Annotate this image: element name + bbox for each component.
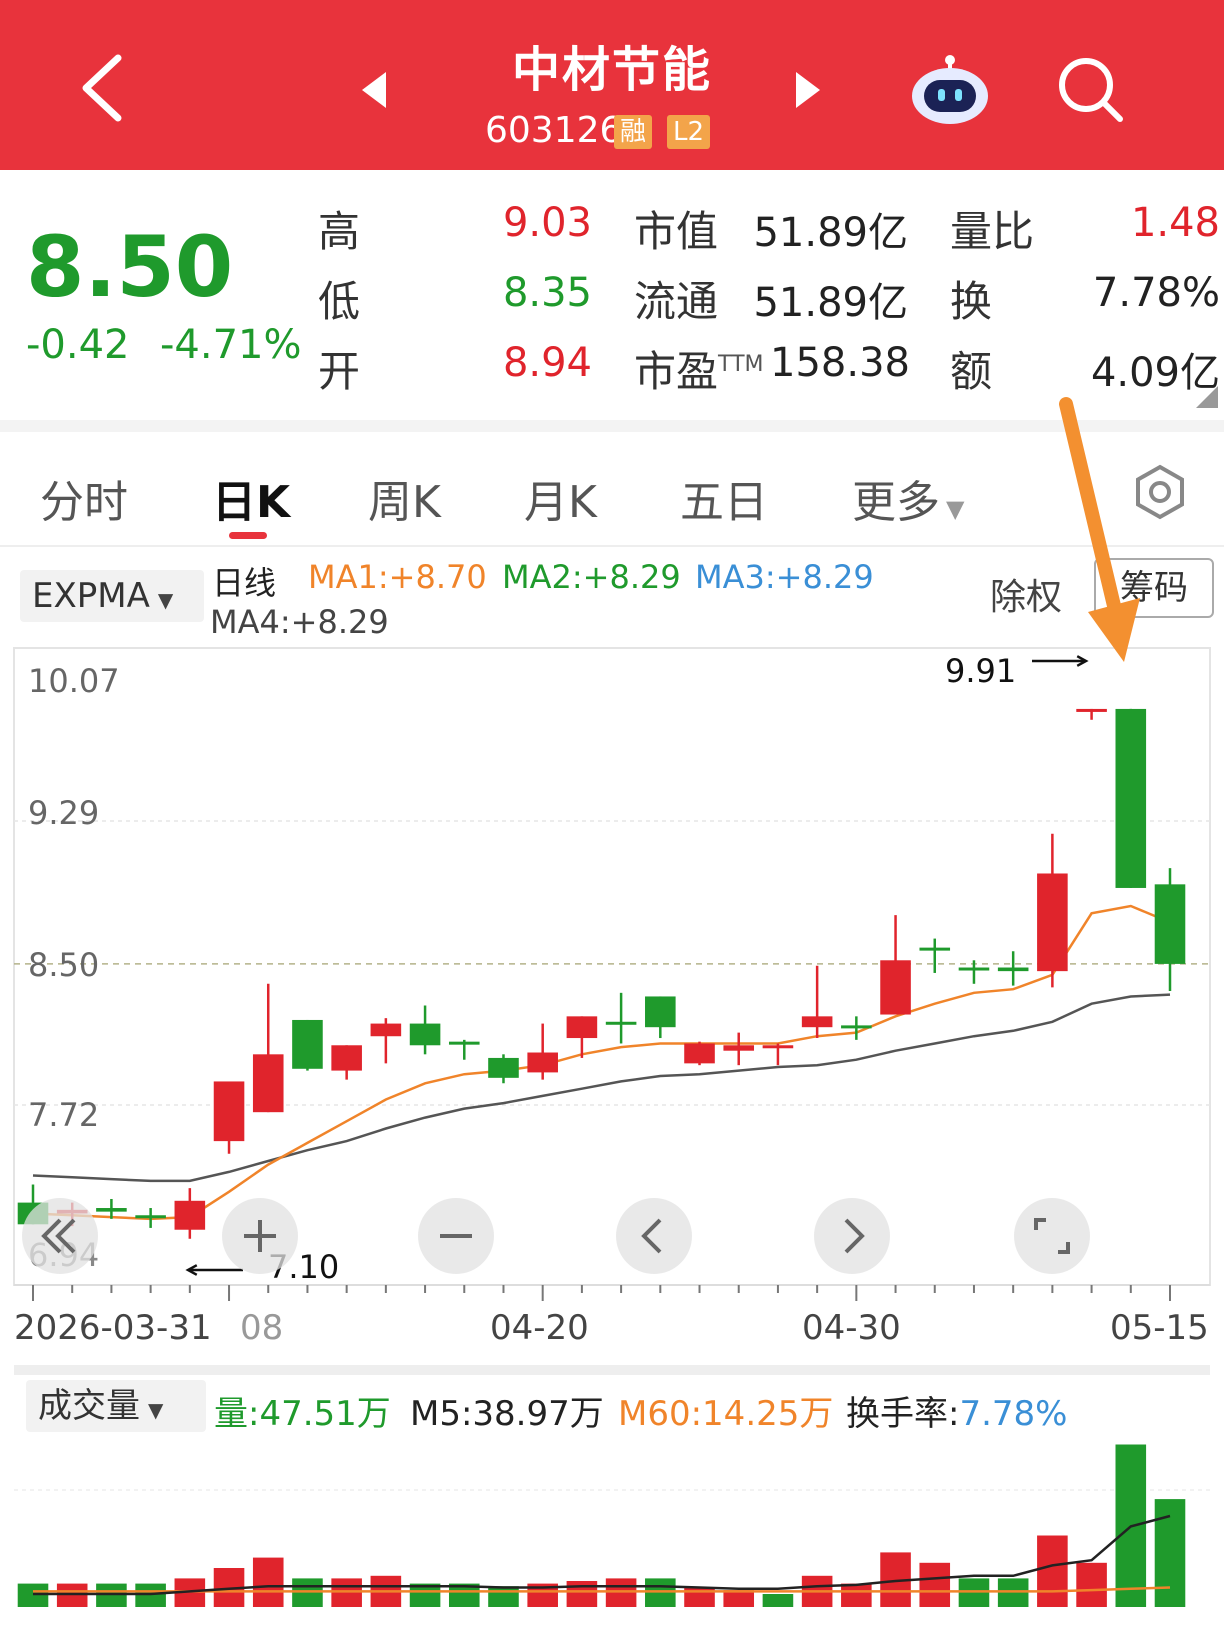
- volume-m60: M60:14.25万: [618, 1394, 834, 1434]
- candle-body: [1037, 873, 1068, 972]
- y-tick-label: 9.29: [28, 794, 100, 832]
- volume-bar: [252, 1557, 284, 1607]
- candle-body: [1154, 884, 1186, 964]
- candle-body: [292, 1019, 323, 1069]
- volume-bar: [841, 1583, 872, 1607]
- volume-selector[interactable]: 成交量 ▼: [26, 1380, 206, 1432]
- candle-body: [566, 1016, 598, 1039]
- chevron-right-icon: [844, 1218, 865, 1254]
- y-tick-label: 8.50: [28, 946, 100, 984]
- orange-highlight-arrow: [1059, 397, 1122, 617]
- candle-body: [135, 1215, 166, 1219]
- candle-body: [96, 1208, 127, 1212]
- candle-body: [174, 1200, 206, 1230]
- zoom-in-button[interactable]: [222, 1198, 298, 1274]
- turnover-rate-value: 7.78%: [959, 1394, 1068, 1434]
- y-tick-label: 7.72: [28, 1096, 100, 1134]
- orange-highlight-arrowhead: [1088, 598, 1140, 662]
- volume-bar: [566, 1581, 598, 1607]
- volume-bar: [96, 1583, 127, 1607]
- zoom-out-button[interactable]: [418, 1198, 494, 1274]
- volume-bar: [1154, 1499, 1186, 1607]
- minus-icon: [440, 1234, 472, 1238]
- x-axis-label: 04-30: [802, 1308, 901, 1348]
- volume-bar: [331, 1578, 362, 1607]
- volume-bar: [56, 1583, 88, 1607]
- volume-bar: [605, 1578, 637, 1607]
- candle-body: [723, 1045, 755, 1051]
- volume-bar: [292, 1578, 323, 1607]
- volume-bar: [135, 1583, 166, 1607]
- ma-line-gray: [32, 993, 1171, 1183]
- candle-body: [684, 1043, 715, 1064]
- volume-bar: [958, 1578, 990, 1607]
- pan-right-button[interactable]: [814, 1198, 890, 1274]
- x-axis-label: 05-15: [1110, 1308, 1209, 1348]
- ma-line-orange: [32, 904, 1171, 1221]
- volume-bar: [762, 1594, 794, 1607]
- pan-left-button[interactable]: [616, 1198, 692, 1274]
- candle-body: [331, 1045, 362, 1071]
- volume-selector-label: 成交量: [38, 1386, 140, 1426]
- candle-body: [527, 1052, 558, 1073]
- candle-body: [958, 967, 990, 971]
- plus-icon: [244, 1220, 276, 1252]
- candle-body: [370, 1023, 402, 1037]
- double-chevron-left-icon: [41, 1218, 76, 1254]
- x-axis-label: 04-20: [490, 1308, 589, 1348]
- volume-bar: [1037, 1535, 1068, 1607]
- candle-body: [645, 996, 676, 1028]
- candle-body: [252, 1054, 284, 1113]
- candle-body: [605, 1021, 637, 1025]
- plot-frame: [13, 647, 1211, 1286]
- fullscreen-button[interactable]: [1014, 1198, 1090, 1274]
- high-annotation: 9.91: [945, 652, 1017, 690]
- candle-body: [841, 1025, 872, 1029]
- candle-body: [213, 1081, 245, 1142]
- candle-body: [1076, 708, 1107, 712]
- volume-bar: [919, 1562, 951, 1607]
- x-axis-label: 08: [240, 1308, 284, 1348]
- candle-body: [409, 1023, 441, 1046]
- x-axis-label: 2026-03-31: [14, 1308, 212, 1348]
- candle-body: [997, 967, 1029, 972]
- volume-bar: [645, 1578, 676, 1607]
- volume-value: 量:47.51万: [214, 1394, 391, 1434]
- volume-bar: [17, 1583, 49, 1607]
- volume-bar: [488, 1586, 519, 1607]
- volume-bar: [1076, 1562, 1107, 1607]
- candle-body: [448, 1041, 480, 1045]
- rewind-button[interactable]: [22, 1198, 98, 1274]
- chevron-left-icon: [641, 1218, 662, 1254]
- candle-body: [488, 1057, 519, 1078]
- turnover-rate-label: 换手率:: [846, 1394, 960, 1434]
- candle-body: [1115, 708, 1147, 888]
- fullscreen-icon: [1034, 1218, 1070, 1254]
- candle-body: [801, 1016, 833, 1028]
- candle-body: [919, 947, 951, 951]
- volume-bar: [997, 1578, 1029, 1607]
- candle-body: [880, 960, 911, 1015]
- turnover-rate: 换手率:7.78%: [846, 1386, 1067, 1435]
- candle-body: [762, 1045, 794, 1049]
- chevron-down-icon: ▼: [148, 1398, 164, 1422]
- volume-m5: M5:38.97万: [410, 1394, 604, 1434]
- y-tick-label: 10.07: [28, 662, 120, 700]
